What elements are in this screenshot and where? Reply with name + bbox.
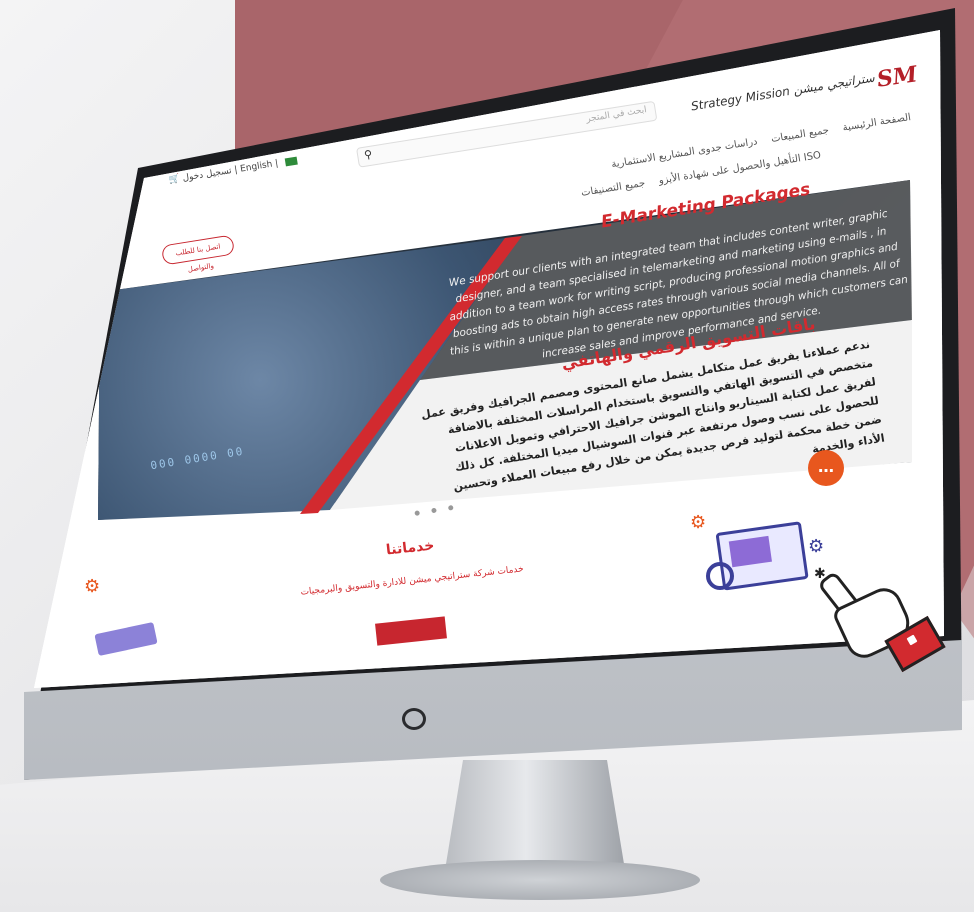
power-icon [402,708,426,730]
magnifier-icon [706,562,734,590]
flag-icon[interactable] [284,156,298,166]
cart-icon[interactable]: 🛒 [168,174,181,186]
search-icon[interactable]: ⚲ [363,148,373,162]
website-screen: SM Strategy Mission ستراتيجي ميشن ابحث ف… [34,30,944,688]
gear-icon: ⚙ [808,536,825,557]
logo-icon[interactable]: SM [875,61,918,92]
hand-cursor-icon: ✱ [814,566,946,673]
chat-icon[interactable]: … [808,450,844,486]
gear-icon: ⚙ [84,576,101,597]
monitor: SM Strategy Mission ستراتيجي ميشن ابحث ف… [0,0,974,912]
gear-icon: ⚙ [690,512,707,533]
